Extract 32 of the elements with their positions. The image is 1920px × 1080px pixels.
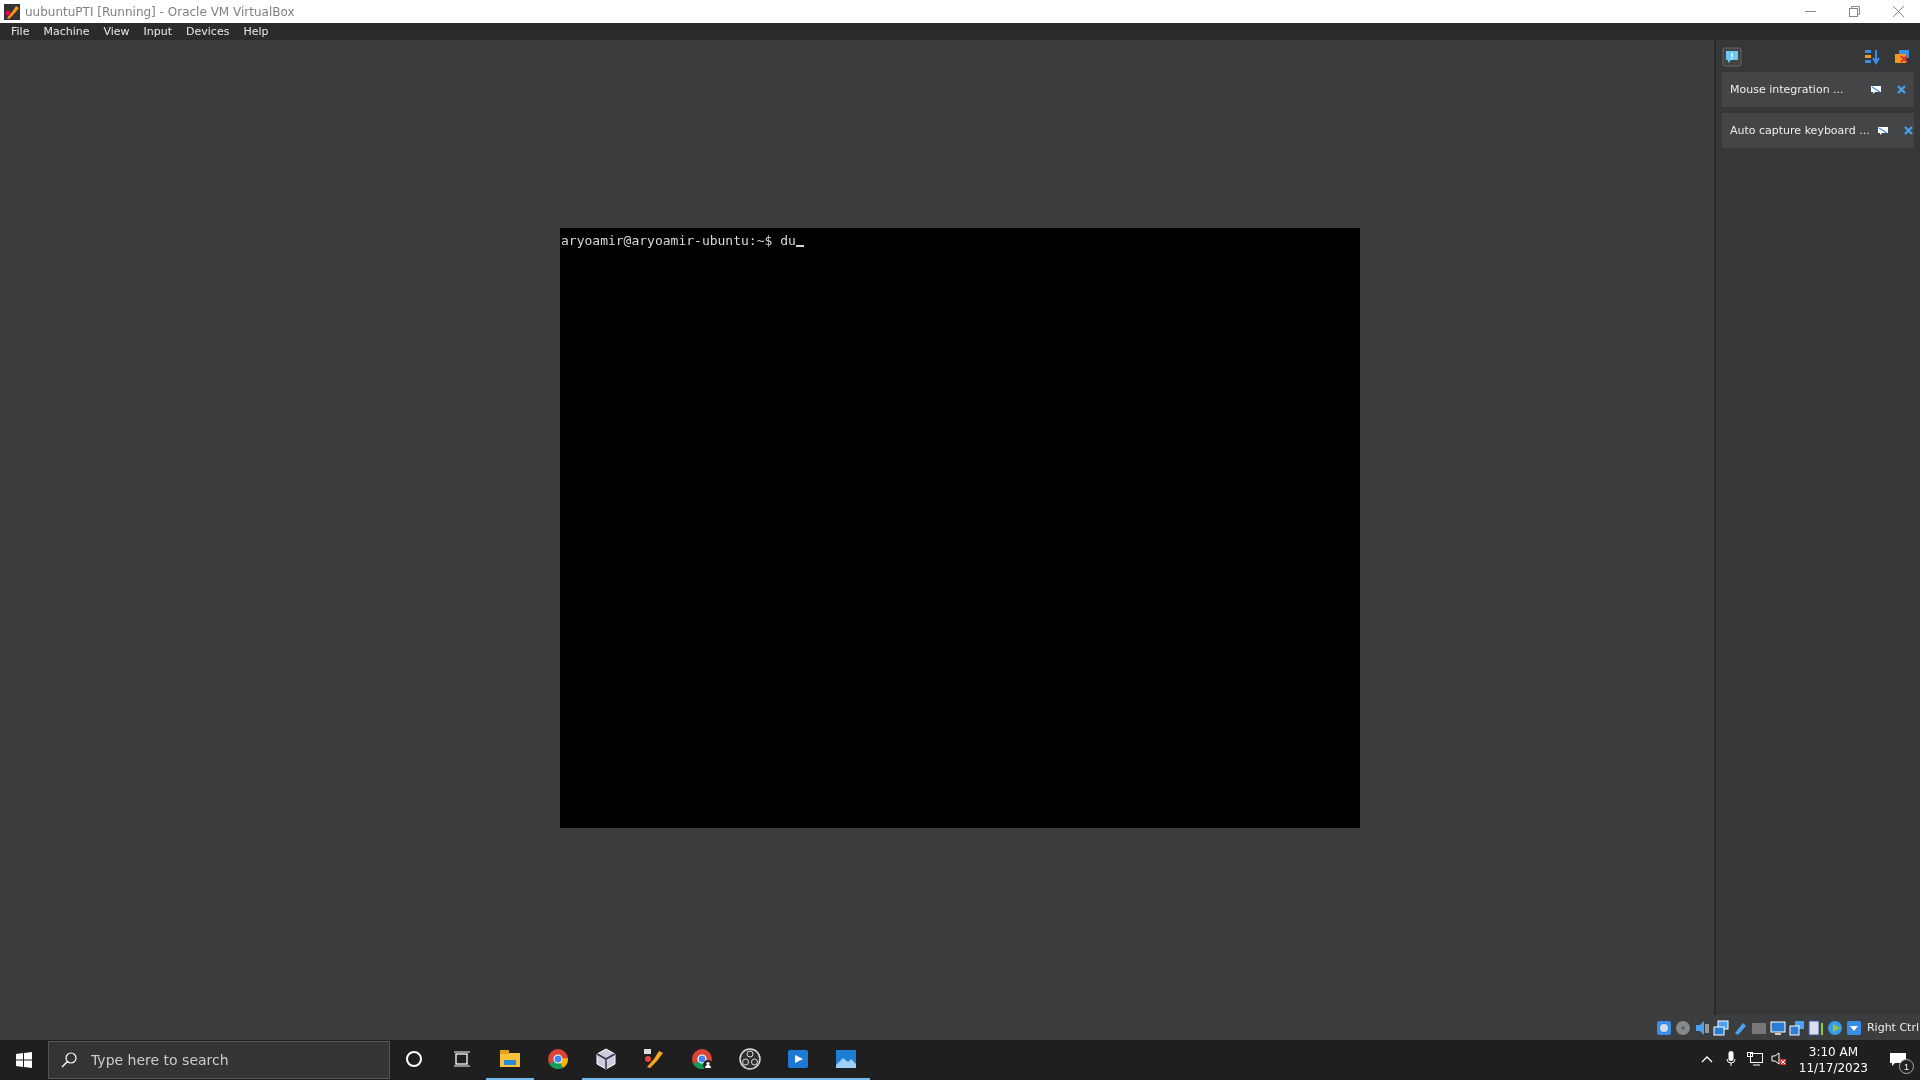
host-key-label: Right Ctrl <box>1866 1021 1919 1034</box>
notification-text: Auto capture keyboard ... <box>1730 124 1870 137</box>
app-icon <box>4 3 20 20</box>
dismiss-all-icon[interactable] <box>1894 49 1910 65</box>
clock[interactable]: 3:10 AM 11/17/2023 <box>1790 1045 1876 1075</box>
search-field[interactable]: Type here to search <box>48 1041 390 1079</box>
clock-time: 3:10 AM <box>1808 1045 1859 1059</box>
clock-date: 11/17/2023 <box>1798 1061 1868 1075</box>
menu-item[interactable]: View <box>96 25 137 38</box>
close-icon[interactable] <box>1897 85 1906 94</box>
speech-bubble-icon[interactable] <box>1877 126 1888 135</box>
search-icon <box>61 1052 77 1068</box>
window-title: uubuntuPTI [Running] - Oracle VM VirtualBox <box>25 4 296 19</box>
windows-icon[interactable] <box>1788 1019 1805 1036</box>
menu-item[interactable]: Input <box>136 25 180 38</box>
notification-icon[interactable] <box>1722 47 1742 67</box>
notification-text: Mouse integration ... <box>1730 83 1845 96</box>
sort-icon[interactable] <box>1864 49 1880 65</box>
terminal-prompt: aryoamir@aryoamir-ubuntu:~$ du <box>561 232 804 248</box>
notification-count: 1 <box>1899 1059 1914 1074</box>
speaker-icon[interactable] <box>1693 1019 1710 1036</box>
search-input[interactable]: Type here to search <box>89 1051 389 1069</box>
menu-item[interactable]: File <box>4 25 37 38</box>
download-icon[interactable] <box>1845 1019 1862 1036</box>
windows-logo-icon[interactable] <box>16 1052 32 1068</box>
display-icon[interactable] <box>1769 1019 1786 1036</box>
network-icon[interactable] <box>1712 1019 1729 1036</box>
menu-item[interactable]: Help <box>236 25 276 38</box>
close-icon[interactable] <box>1903 126 1913 135</box>
menu-item[interactable]: Machine <box>36 25 97 38</box>
speech-bubble-icon[interactable] <box>1871 85 1881 94</box>
menu-item[interactable]: Devices <box>179 25 237 38</box>
